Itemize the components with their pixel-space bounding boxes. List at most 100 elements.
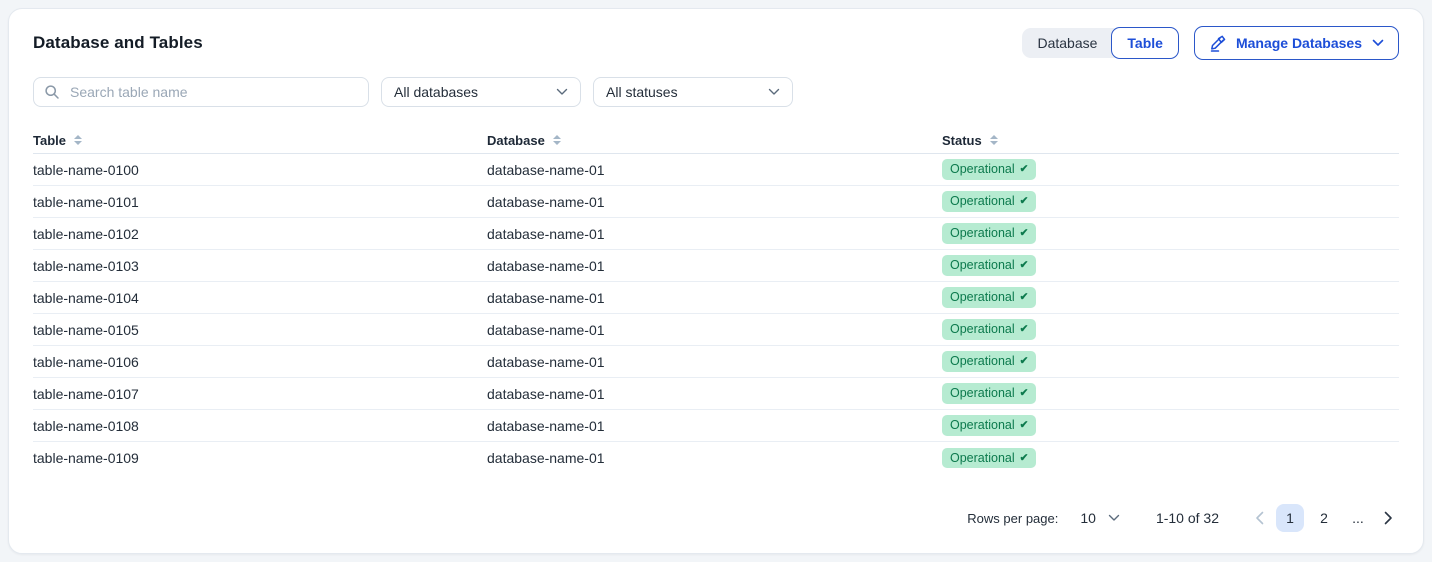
table-search bbox=[33, 77, 369, 107]
cell-database-name: database-name-01 bbox=[487, 418, 942, 434]
edit-pencil-icon bbox=[1209, 35, 1226, 52]
table-row: table-name-0106database-name-01Operation… bbox=[33, 346, 1399, 378]
sort-icon bbox=[990, 135, 998, 145]
status-badge: Operational ✔ bbox=[942, 319, 1036, 340]
rows-per-page-select[interactable]: 10 bbox=[1080, 510, 1120, 526]
check-icon: ✔ bbox=[1020, 388, 1029, 399]
cell-table-name: table-name-0101 bbox=[33, 194, 487, 210]
table-row: table-name-0104database-name-01Operation… bbox=[33, 282, 1399, 314]
cell-table-name: table-name-0100 bbox=[33, 162, 487, 178]
table-row: table-name-0100database-name-01Operation… bbox=[33, 154, 1399, 186]
status-label: Operational bbox=[950, 355, 1015, 368]
page-button-2[interactable]: 2 bbox=[1310, 504, 1338, 532]
status-badge: Operational ✔ bbox=[942, 223, 1036, 244]
sort-icon bbox=[553, 135, 561, 145]
chevron-down-icon bbox=[1372, 39, 1384, 47]
search-icon bbox=[44, 84, 60, 100]
status-label: Operational bbox=[950, 387, 1015, 400]
page-ellipsis: ... bbox=[1344, 504, 1372, 532]
cell-table-name: table-name-0109 bbox=[33, 450, 487, 466]
rows-per-page-label: Rows per page: bbox=[967, 511, 1058, 526]
chevron-down-icon bbox=[556, 88, 568, 96]
status-badge: Operational✔ bbox=[942, 255, 1036, 276]
check-icon: ✔ bbox=[1020, 196, 1029, 207]
check-icon: ✔ bbox=[1020, 420, 1029, 431]
cell-status: Operational ✔ bbox=[942, 223, 1399, 244]
view-toggle-database[interactable]: Database bbox=[1022, 28, 1112, 58]
view-toggle-table[interactable]: Table bbox=[1111, 27, 1179, 59]
cell-database-name: database-name-01 bbox=[487, 354, 942, 370]
cell-table-name: table-name-0103 bbox=[33, 258, 487, 274]
table-row: table-name-0107database-name-01Operation… bbox=[33, 378, 1399, 410]
table-row: table-name-0103database-name-01Operation… bbox=[33, 250, 1399, 282]
cell-table-name: table-name-0104 bbox=[33, 290, 487, 306]
check-icon: ✔ bbox=[1020, 292, 1029, 303]
database-filter-select[interactable]: All databases bbox=[381, 77, 581, 107]
table-row: table-name-0102database-name-01Operation… bbox=[33, 218, 1399, 250]
cell-database-name: database-name-01 bbox=[487, 290, 942, 306]
top-actions: Database Table Manage Databases bbox=[1022, 26, 1399, 60]
column-header-status[interactable]: Status bbox=[942, 133, 1399, 148]
status-badge: Operational ✔ bbox=[942, 383, 1036, 404]
view-toggle: Database Table bbox=[1022, 28, 1177, 58]
filters-row: All databases All statuses bbox=[33, 77, 1399, 107]
check-icon: ✔ bbox=[1020, 260, 1029, 271]
next-page-button[interactable] bbox=[1378, 504, 1399, 532]
cell-database-name: database-name-01 bbox=[487, 162, 942, 178]
cell-status: Operational✔ bbox=[942, 255, 1399, 276]
cell-status: Operational ✔ bbox=[942, 319, 1399, 340]
chevron-down-icon bbox=[1108, 514, 1120, 522]
cell-database-name: database-name-01 bbox=[487, 258, 942, 274]
cell-status: Operational ✔ bbox=[942, 383, 1399, 404]
topbar: Database and Tables Database Table Manag… bbox=[33, 25, 1399, 61]
column-header-table[interactable]: Table bbox=[33, 133, 487, 148]
pager: 12... bbox=[1249, 504, 1399, 532]
table-body: table-name-0100database-name-01Operation… bbox=[33, 154, 1399, 474]
column-header-database[interactable]: Database bbox=[487, 133, 942, 148]
table-header: Table Database Status bbox=[33, 127, 1399, 154]
cell-status: Operational✔ bbox=[942, 351, 1399, 372]
table-row: table-name-0108database-name-01Operation… bbox=[33, 410, 1399, 442]
chevron-down-icon bbox=[768, 88, 780, 96]
sort-icon bbox=[74, 135, 82, 145]
cell-table-name: table-name-0102 bbox=[33, 226, 487, 242]
status-label: Operational bbox=[950, 227, 1015, 240]
page-button-1[interactable]: 1 bbox=[1276, 504, 1304, 532]
manage-databases-label: Manage Databases bbox=[1236, 35, 1362, 51]
status-label: Operational bbox=[950, 291, 1015, 304]
status-filter-value: All statuses bbox=[606, 84, 678, 100]
check-icon: ✔ bbox=[1020, 453, 1029, 464]
cell-database-name: database-name-01 bbox=[487, 194, 942, 210]
database-and-tables-panel: Database and Tables Database Table Manag… bbox=[8, 8, 1424, 554]
cell-table-name: table-name-0107 bbox=[33, 386, 487, 402]
cell-database-name: database-name-01 bbox=[487, 226, 942, 242]
status-label: Operational bbox=[950, 323, 1015, 336]
table-row: table-name-0105database-name-01Operation… bbox=[33, 314, 1399, 346]
status-label: Operational bbox=[950, 195, 1015, 208]
status-badge: Operational ✔ bbox=[942, 415, 1036, 436]
check-icon: ✔ bbox=[1020, 324, 1029, 335]
cell-database-name: database-name-01 bbox=[487, 322, 942, 338]
status-label: Operational bbox=[950, 419, 1015, 432]
column-label: Status bbox=[942, 133, 982, 148]
check-icon: ✔ bbox=[1020, 228, 1029, 239]
rows-per-page-value: 10 bbox=[1080, 510, 1096, 526]
status-badge: Operational ✔ bbox=[942, 191, 1036, 212]
status-filter-select[interactable]: All statuses bbox=[593, 77, 793, 107]
manage-databases-button[interactable]: Manage Databases bbox=[1194, 26, 1399, 60]
previous-page-button[interactable] bbox=[1249, 504, 1270, 532]
cell-table-name: table-name-0105 bbox=[33, 322, 487, 338]
column-label: Table bbox=[33, 133, 66, 148]
cell-status: Operational ✔ bbox=[942, 287, 1399, 308]
status-badge: Operational✔ bbox=[942, 351, 1036, 372]
cell-status: Operational ✔ bbox=[942, 415, 1399, 436]
status-badge: Operational✔ bbox=[942, 159, 1036, 180]
pagination-bar: Rows per page: 10 1-10 of 32 12... bbox=[33, 504, 1399, 532]
cell-database-name: database-name-01 bbox=[487, 386, 942, 402]
column-label: Database bbox=[487, 133, 545, 148]
search-input[interactable] bbox=[68, 83, 358, 101]
table-row: table-name-0101database-name-01Operation… bbox=[33, 186, 1399, 218]
cell-table-name: table-name-0108 bbox=[33, 418, 487, 434]
cell-database-name: database-name-01 bbox=[487, 450, 942, 466]
cell-status: Operational ✔ bbox=[942, 191, 1399, 212]
